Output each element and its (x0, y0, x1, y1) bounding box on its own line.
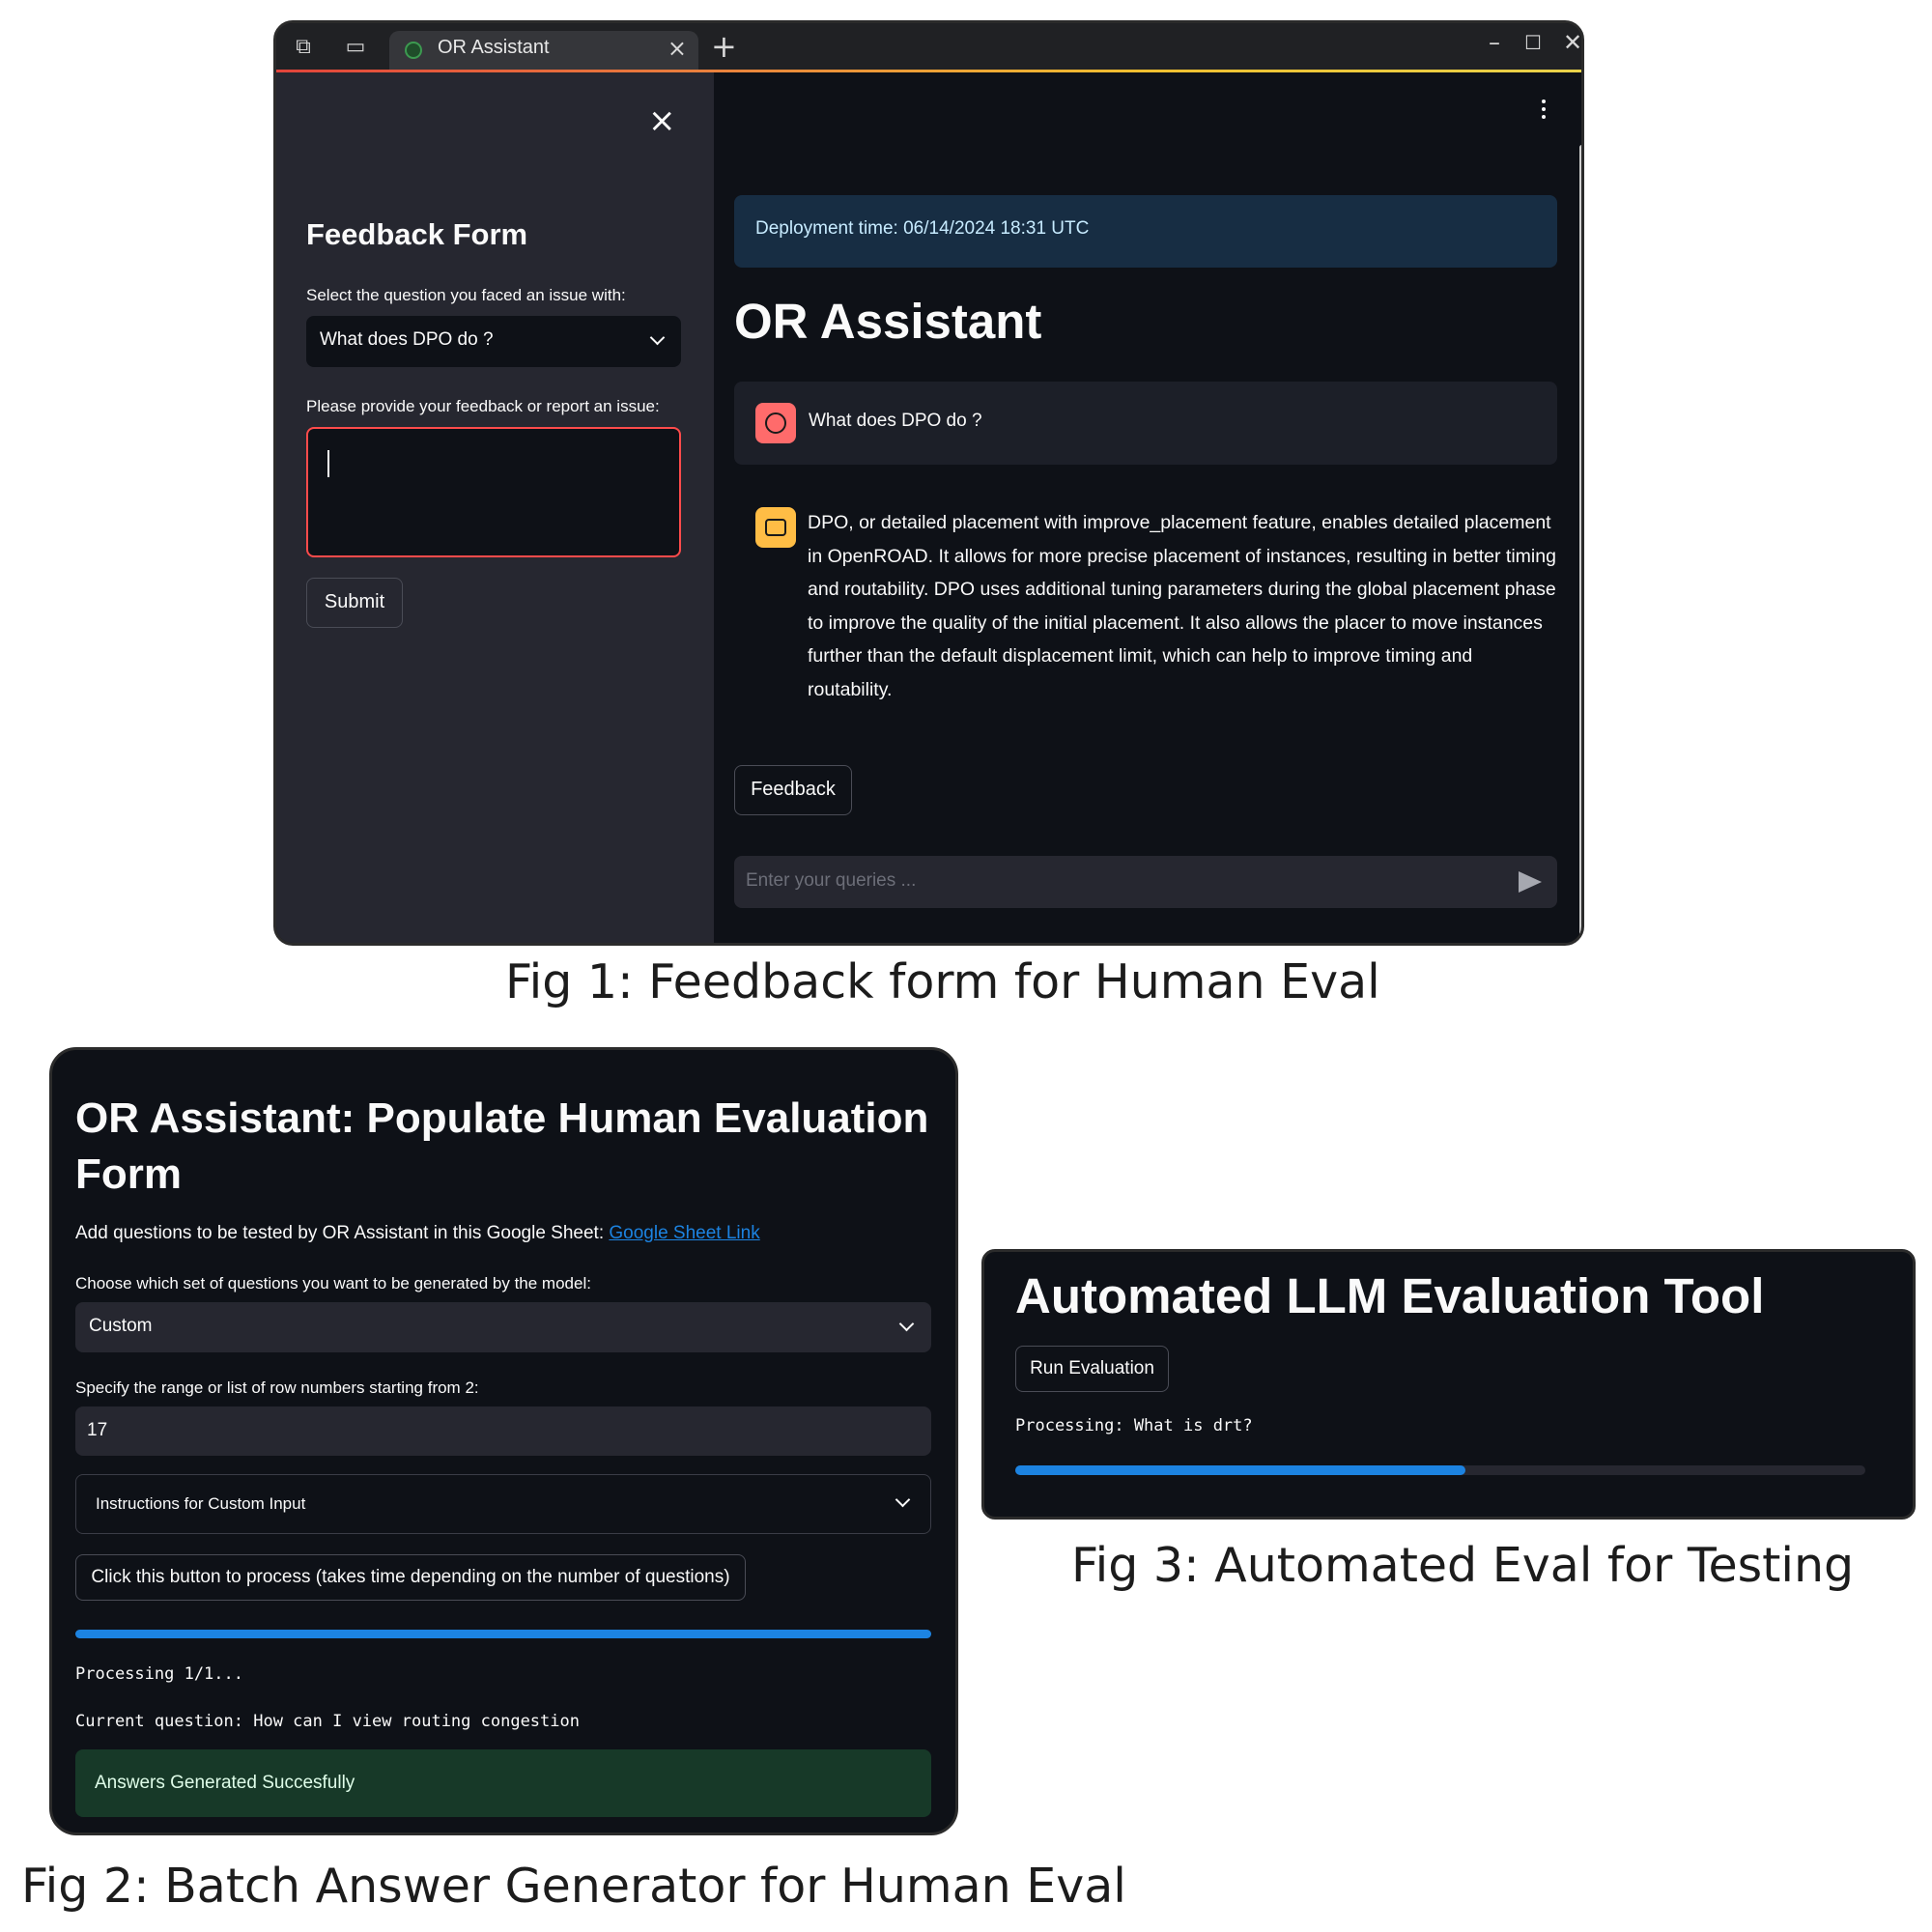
app-favicon-icon (405, 42, 422, 59)
run-evaluation-button[interactable]: Run Evaluation (1015, 1346, 1169, 1392)
text-caret (327, 450, 329, 477)
feedback-form-title: Feedback Form (306, 217, 528, 251)
browser-titlebar: ⧉ ▭ OR Assistant × + – ☐ ✕ (276, 23, 1581, 72)
main-menu-icon[interactable] (1542, 99, 1548, 123)
chat-main-area: Deployment time: 06/14/2024 18:31 UTC OR… (714, 72, 1581, 943)
fig2-progress-fill (75, 1630, 931, 1638)
chevron-down-icon (898, 1316, 915, 1332)
success-text: Answers Generated Succesfully (95, 1773, 355, 1793)
fig2-app-panel: OR Assistant: Populate Human Evaluation … (49, 1047, 958, 1835)
fig1-caption: Fig 1: Feedback form for Human Eval (505, 954, 1380, 1009)
chevron-down-icon (649, 329, 666, 346)
tab-title: OR Assistant (438, 37, 550, 58)
question-set-label: Choose which set of questions you want t… (75, 1274, 591, 1293)
feedback-textarea-label: Please provide your feedback or report a… (306, 397, 660, 415)
fig3-progress-bar (1015, 1465, 1865, 1475)
minimize-icon[interactable]: – (1489, 29, 1500, 56)
bot-avatar-icon (755, 507, 796, 548)
fig2-title: OR Assistant: Populate Human Evaluation … (75, 1094, 929, 1198)
fig1-browser-window: ⧉ ▭ OR Assistant × + – ☐ ✕ × Feedback Fo… (273, 20, 1584, 946)
deployment-info-box: Deployment time: 06/14/2024 18:31 UTC (734, 195, 1557, 268)
sheet-instructions: Add questions to be tested by OR Assista… (75, 1223, 760, 1244)
tab-actions-icon[interactable]: ▭ (342, 35, 369, 60)
process-button[interactable]: Click this button to process (takes time… (75, 1554, 746, 1601)
fig2-progress-bar (75, 1630, 931, 1638)
row-range-input[interactable]: 17 (75, 1406, 931, 1456)
fig2-caption: Fig 2: Batch Answer Generator for Human … (21, 1859, 1126, 1914)
fig3-processing-status: Processing: What is drt? (1015, 1416, 1253, 1435)
tab-close-icon[interactable]: × (668, 35, 687, 62)
custom-input-instructions-expander[interactable]: Instructions for Custom Input (75, 1474, 931, 1534)
new-tab-icon[interactable]: + (711, 29, 737, 64)
user-message-text: What does DPO do ? (809, 411, 982, 431)
page-title: OR Assistant (734, 294, 1042, 349)
success-alert: Answers Generated Succesfully (75, 1749, 931, 1817)
deployment-info-text: Deployment time: 06/14/2024 18:31 UTC (755, 218, 1090, 239)
row-range-label: Specify the range or list of row numbers… (75, 1378, 479, 1397)
assistant-message-text: DPO, or detailed placement with improve_… (808, 512, 1556, 700)
window-close-icon[interactable]: ✕ (1563, 29, 1581, 56)
fig3-caption: Fig 3: Automated Eval for Testing (1071, 1538, 1855, 1593)
current-question: Current question: How can I view routing… (75, 1712, 580, 1731)
chat-input[interactable]: Enter your queries ... (734, 856, 1557, 908)
row-range-value: 17 (87, 1420, 108, 1440)
processing-status: Processing 1/1... (75, 1664, 243, 1684)
feedback-sidebar: × Feedback Form Select the question you … (276, 72, 714, 943)
user-message: What does DPO do ? (734, 382, 1557, 465)
expander-label: Instructions for Custom Input (96, 1494, 306, 1513)
question-select-value: What does DPO do ? (320, 329, 494, 350)
browser-tab[interactable]: OR Assistant × (389, 31, 698, 70)
question-select[interactable]: What does DPO do ? (306, 316, 681, 367)
question-select-label: Select the question you faced an issue w… (306, 286, 626, 304)
submit-button[interactable]: Submit (306, 578, 403, 628)
fig3-title: Automated LLM Evaluation Tool (1015, 1268, 1765, 1323)
fig3-app-panel: Automated LLM Evaluation Tool Run Evalua… (981, 1249, 1916, 1520)
maximize-icon[interactable]: ☐ (1524, 31, 1542, 54)
workspaces-icon[interactable]: ⧉ (290, 35, 317, 60)
chevron-down-icon (895, 1492, 911, 1508)
feedback-button[interactable]: Feedback (734, 765, 852, 815)
send-icon[interactable] (1519, 871, 1542, 893)
sidebar-close-icon[interactable]: × (648, 101, 676, 140)
chat-input-placeholder: Enter your queries ... (746, 870, 917, 891)
question-set-select[interactable]: Custom (75, 1302, 931, 1352)
feedback-textarea[interactable] (306, 427, 681, 557)
user-avatar-icon (755, 403, 796, 443)
fig3-progress-fill (1015, 1465, 1466, 1475)
google-sheet-link[interactable]: Google Sheet Link (609, 1223, 759, 1243)
main-scrollbar[interactable] (1579, 145, 1581, 943)
question-set-value: Custom (89, 1316, 153, 1336)
sheet-instructions-text: Add questions to be tested by OR Assista… (75, 1223, 610, 1243)
